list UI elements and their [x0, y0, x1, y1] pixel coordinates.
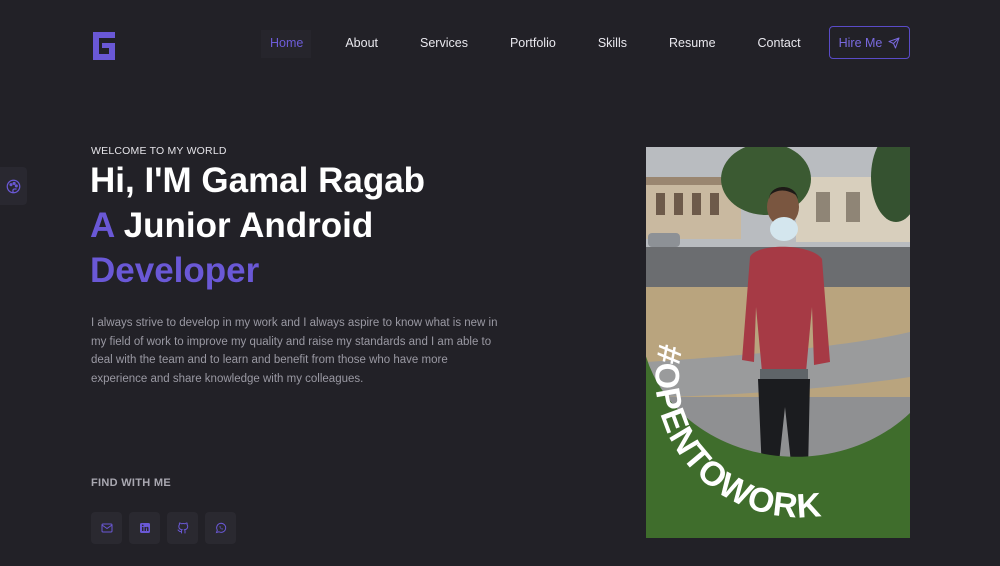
- hero-description: I always strive to develop in my work an…: [91, 317, 498, 385]
- mail-link[interactable]: [91, 512, 122, 544]
- profile-photo-illustration: #OPENTOWORK: [646, 147, 910, 538]
- whatsapp-link[interactable]: [205, 512, 236, 544]
- hero-title-line3: Developer: [90, 251, 260, 290]
- hire-me-button[interactable]: Hire Me: [829, 26, 910, 59]
- nav-portfolio[interactable]: Portfolio: [501, 30, 564, 58]
- welcome-text: WELCOME TO MY WORLD: [91, 145, 227, 157]
- nav-about[interactable]: About: [336, 30, 386, 58]
- hero-title-accent: A: [90, 206, 114, 245]
- nav-home[interactable]: Home: [261, 30, 312, 58]
- find-with-me-label: FIND WITH ME: [91, 477, 171, 489]
- github-link[interactable]: [167, 512, 198, 544]
- palette-icon: [6, 179, 21, 193]
- github-icon: [177, 522, 188, 534]
- main-nav: Home About Services Portfolio Skills Res…: [261, 30, 809, 58]
- hero-title-line2: A Junior Android: [90, 203, 425, 248]
- theme-switcher[interactable]: [0, 167, 27, 205]
- nav-resume[interactable]: Resume: [660, 30, 724, 58]
- hero-title-role: Junior Android: [113, 206, 374, 245]
- profile-photo: #OPENTOWORK: [646, 147, 910, 538]
- nav-contact[interactable]: Contact: [749, 30, 809, 58]
- linkedin-link[interactable]: [129, 512, 160, 544]
- nav-skills[interactable]: Skills: [589, 30, 635, 58]
- hero-title-line1: Hi, I'M Gamal Ragab: [90, 161, 426, 200]
- hire-me-label: Hire Me: [838, 35, 883, 50]
- mail-icon: [101, 523, 112, 533]
- whatsapp-icon: [215, 522, 226, 534]
- logo-icon[interactable]: [93, 32, 115, 60]
- nav-services[interactable]: Services: [411, 30, 476, 58]
- paper-plane-icon: [888, 37, 900, 48]
- linkedin-icon: [139, 523, 150, 533]
- social-links: [91, 512, 236, 544]
- hero-title: Hi, I'M Gamal Ragab A Junior Android Dev…: [90, 158, 425, 293]
